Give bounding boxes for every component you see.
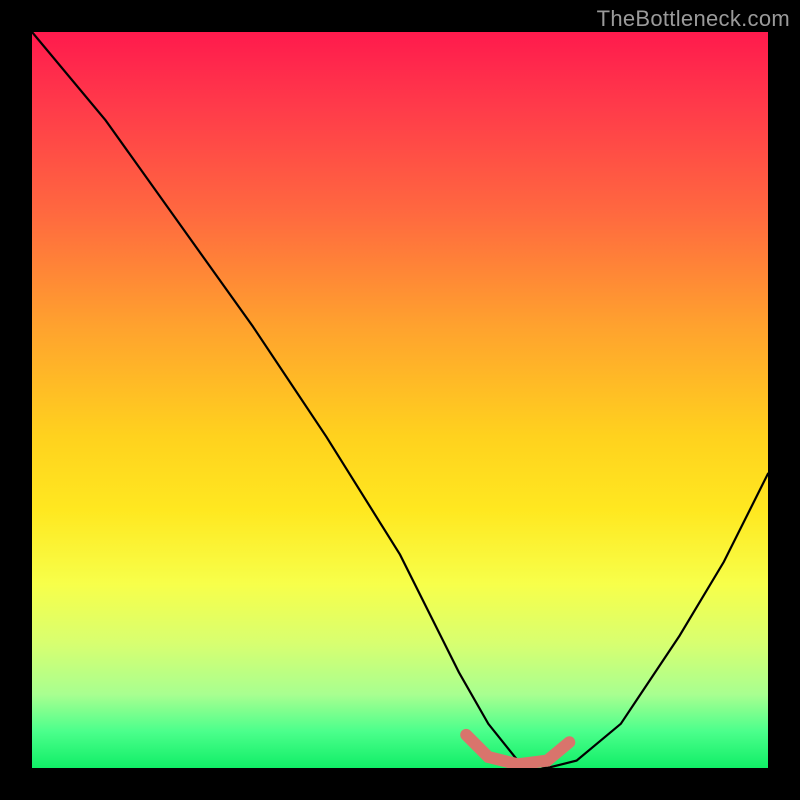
- plot-area: [32, 32, 768, 768]
- chart-frame: TheBottleneck.com: [0, 0, 800, 800]
- curve-svg: [32, 32, 768, 768]
- min-plateau-highlight: [466, 735, 569, 764]
- bottleneck-curve-path: [32, 32, 768, 768]
- watermark-text: TheBottleneck.com: [597, 6, 790, 32]
